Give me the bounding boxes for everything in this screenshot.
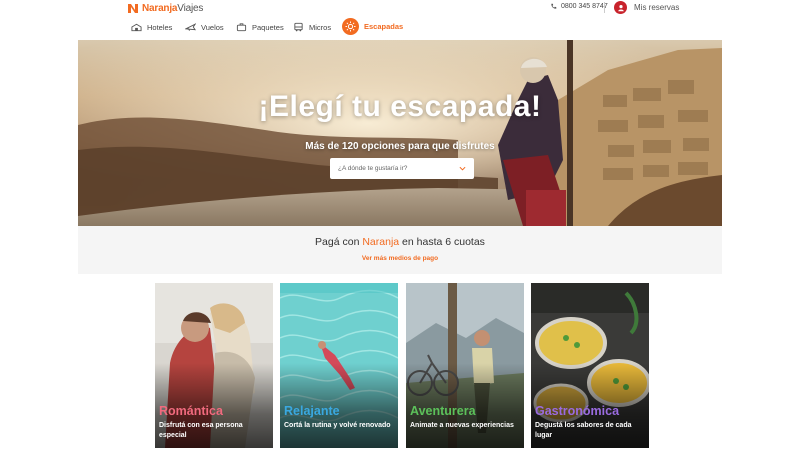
chevron-down-icon [459, 166, 466, 171]
nav-item-label: Paquetes [252, 22, 284, 32]
nav-item-label: Hoteles [147, 22, 173, 32]
header-divider [604, 2, 605, 13]
nav-item-micros[interactable]: Micros [293, 20, 331, 34]
hotel-icon [131, 23, 142, 32]
card-description: Disfrutá con esa persona especial [159, 422, 243, 439]
nav-item-label: Vuelos [201, 22, 224, 32]
logo-mark-icon [128, 4, 138, 13]
main-nav: Hoteles Vuelos Paquetes Micros Escapadas [0, 16, 800, 38]
card-title: Aventurera [410, 404, 476, 418]
naranja-viajes-logo[interactable]: NaranjaViajes [127, 1, 203, 15]
plane-icon [185, 23, 196, 31]
category-card-romantica[interactable]: Romántica Disfrutá con esa persona espec… [155, 283, 273, 448]
payment-banner: Pagá con Naranja en hasta 6 cuotas Ver m… [78, 226, 722, 274]
hero-background-image [78, 40, 722, 226]
nav-item-label: Micros [309, 22, 332, 32]
card-title: Relajante [284, 404, 340, 418]
hero-title: ¡Elegí tu escapada! [258, 90, 542, 123]
card-description: Animate a nuevas experiencias [410, 422, 514, 429]
destination-select-placeholder: ¿A dónde te gustaría ir? [338, 165, 408, 172]
card-title: Gastronómica [535, 404, 620, 418]
hero-subtitle: Más de 120 opciones para que disfrutes [305, 141, 495, 152]
suitcase-icon [236, 23, 247, 32]
nav-item-vuelos[interactable]: Vuelos [185, 20, 224, 34]
payment-brand: Naranja [362, 236, 400, 248]
hero-banner: ¡Elegí tu escapada! Más de 120 opciones … [78, 40, 722, 226]
nav-item-hoteles[interactable]: Hoteles [131, 20, 172, 34]
user-avatar-icon [614, 1, 627, 14]
category-card-aventurera[interactable]: Aventurera Animate a nuevas experiencias [406, 283, 524, 448]
category-card-gastronomica[interactable]: Gastronómica Degustá los sabores de cada… [531, 283, 649, 448]
card-title: Romántica [159, 404, 223, 418]
phone-contact[interactable]: 0800 345 8747 [550, 3, 608, 10]
card-description: Degustá los sabores de cada lugar [535, 422, 632, 439]
bus-icon [294, 22, 303, 32]
payment-title: Pagá con Naranja en hasta 6 cuotas [315, 236, 485, 248]
category-card-relajante[interactable]: Relajante Cortá la rutina y volvé renova… [280, 283, 398, 448]
card-description: Cortá la rutina y volvé renovado [284, 422, 391, 429]
sun-icon [342, 17, 359, 35]
more-payment-methods-link[interactable]: Ver más medios de pago [78, 255, 722, 262]
top-bar: NaranjaViajes 0800 345 8747 Mis reservas [0, 0, 800, 16]
nav-item-escapadas[interactable]: Escapadas [342, 17, 404, 35]
nav-item-paquetes[interactable]: Paquetes [236, 20, 284, 34]
my-reservations-label: Mis reservas [634, 3, 680, 12]
phone-number: 0800 345 8747 [561, 3, 608, 10]
logo-text: NaranjaViajes [142, 2, 204, 14]
destination-select[interactable]: ¿A dónde te gustaría ir? [330, 158, 474, 179]
my-reservations-link[interactable]: Mis reservas [614, 1, 679, 14]
phone-icon [551, 3, 557, 9]
nav-item-label: Escapadas [364, 21, 404, 31]
